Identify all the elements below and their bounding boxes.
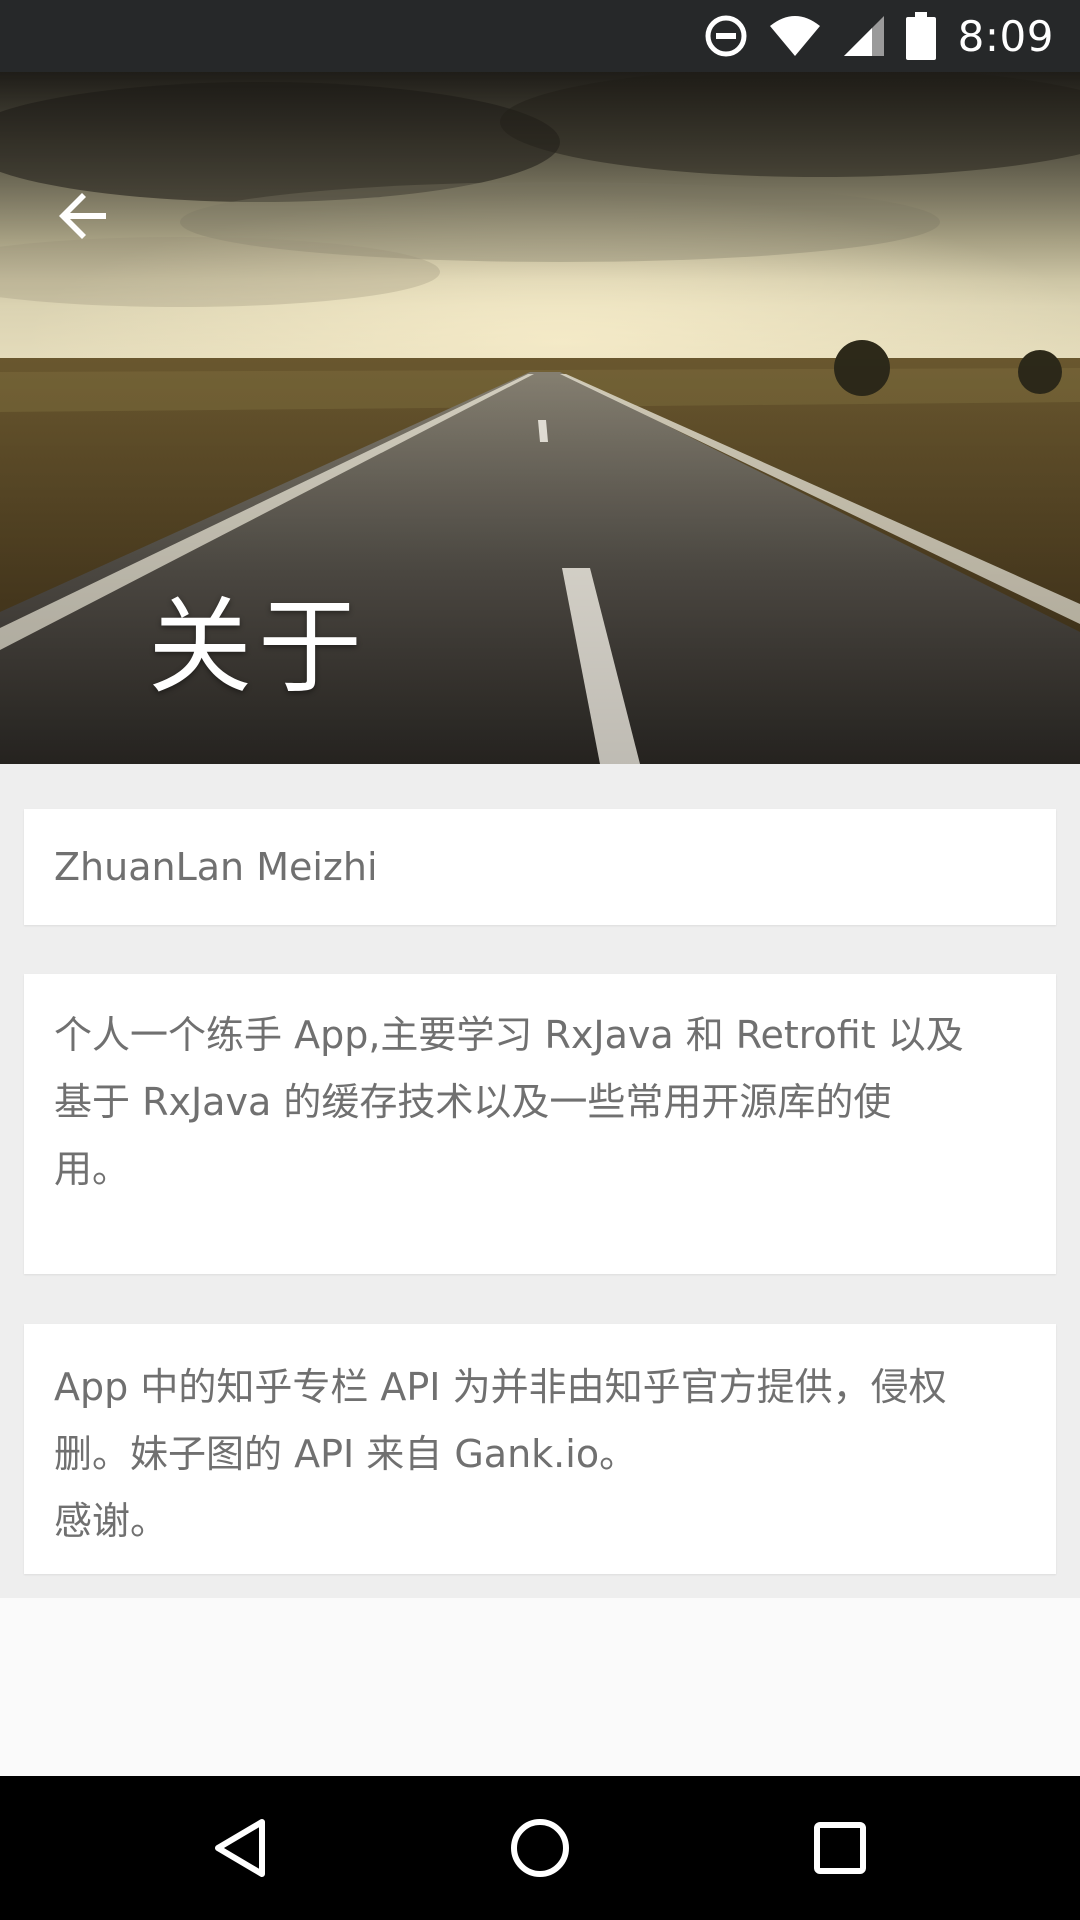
home-circle-icon: [511, 1819, 569, 1877]
page-title: 关于: [148, 586, 369, 708]
nav-home-button[interactable]: [480, 1798, 600, 1898]
back-button[interactable]: [40, 172, 128, 260]
notice-card: App 中的知乎专栏 API 为并非由知乎官方提供，侵权 删。妹子图的 API …: [24, 1324, 1056, 1574]
empty-area: [0, 1598, 1080, 1776]
do-not-disturb-icon: [704, 14, 748, 58]
navigation-bar: [0, 1776, 1080, 1920]
nav-recents-button[interactable]: [780, 1798, 900, 1898]
status-time: 8:09: [957, 11, 1054, 61]
app-name-card: ZhuanLan Meizhi: [24, 809, 1056, 925]
battery-icon: [905, 12, 936, 60]
wifi-icon: [768, 14, 822, 58]
nav-back-button[interactable]: [180, 1798, 300, 1898]
arrow-back-icon: [59, 193, 106, 239]
header-image: 关于: [0, 72, 1080, 764]
recents-square-icon: [814, 1822, 866, 1874]
description-card: 个人一个练手 App,主要学习 RxJava 和 Retrofit 以及 基于 …: [24, 974, 1056, 1274]
description-text: 个人一个练手 App,主要学习 RxJava 和 Retrofit 以及 基于 …: [54, 1013, 964, 1191]
app-name-text: ZhuanLan Meizhi: [54, 844, 378, 889]
about-content: ZhuanLan Meizhi 个人一个练手 App,主要学习 RxJava 和…: [0, 764, 1080, 1598]
cell-signal-icon: [842, 14, 886, 58]
back-triangle-icon: [215, 1819, 265, 1877]
status-bar: 8:09: [0, 0, 1080, 72]
notice-text: App 中的知乎专栏 API 为并非由知乎官方提供，侵权 删。妹子图的 API …: [54, 1365, 947, 1543]
